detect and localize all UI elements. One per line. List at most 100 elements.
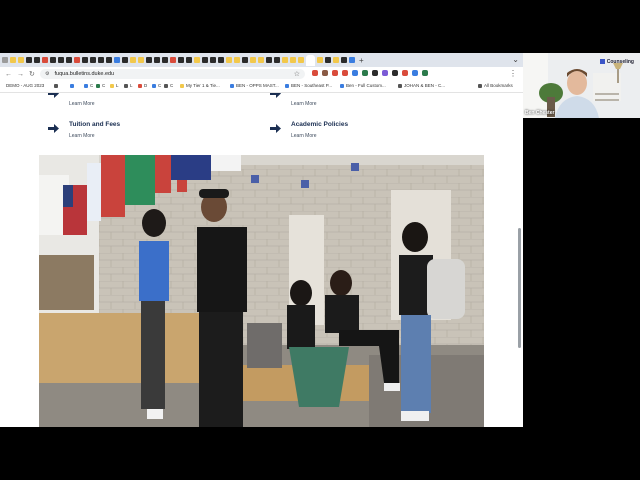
tab-favicon-icon[interactable]	[154, 57, 160, 63]
tab-favicon-icon[interactable]	[186, 57, 192, 63]
tab-favicon-icon[interactable]	[162, 57, 168, 63]
learn-more-link[interactable]: Learn More	[291, 101, 317, 107]
video-participant-tile[interactable]: Counseling Ben Chester	[523, 53, 640, 118]
site-info-icon[interactable]: ⚙	[45, 71, 49, 77]
bookmark-item[interactable]: DEMO - AUG 2023	[6, 83, 44, 88]
tab-favicon-icon[interactable]	[82, 57, 88, 63]
back-button[interactable]: ←	[5, 71, 12, 78]
tab-favicon-icon[interactable]	[349, 57, 355, 63]
bookmark-item[interactable]	[70, 83, 76, 88]
tab-favicon-icon[interactable]	[66, 57, 72, 63]
tab-favicon-icon[interactable]	[170, 57, 176, 63]
tab-favicon-icon[interactable]	[58, 57, 64, 63]
tab-favicon-icon[interactable]	[317, 57, 323, 63]
extension-icon[interactable]	[332, 70, 338, 76]
active-tab[interactable]	[306, 54, 315, 66]
tab-favicon-icon[interactable]	[290, 57, 296, 63]
bookmark-favicon-icon	[164, 84, 168, 88]
new-tab-button[interactable]: +	[359, 56, 364, 65]
tab-strip: + ⌄	[0, 53, 523, 67]
tab-favicon-icon[interactable]	[258, 57, 264, 63]
counseling-text: Counseling	[606, 59, 634, 65]
learn-more-link[interactable]: Learn More	[69, 133, 95, 139]
tab-favicon-icon[interactable]	[2, 57, 8, 63]
tab-search-icon[interactable]: ⌄	[512, 55, 519, 64]
learn-more-link[interactable]: Learn More	[69, 101, 95, 107]
bookmark-item[interactable]: C	[164, 83, 173, 88]
bookmark-label: C	[170, 83, 174, 88]
extension-icon[interactable]	[342, 70, 348, 76]
tab-favicon-icon[interactable]	[274, 57, 280, 63]
tab-favicon-icon[interactable]	[202, 57, 208, 63]
all-bookmarks-button[interactable]: All Bookmarks	[478, 83, 513, 88]
academic-policies-title[interactable]: Academic Policies	[291, 121, 348, 128]
extension-icon[interactable]	[412, 70, 418, 76]
bookmark-item[interactable]: My Tier 1 & Tie...	[180, 83, 220, 88]
bookmark-item[interactable]	[54, 83, 60, 88]
bookmark-item[interactable]: JOHAN & BEN - C...	[398, 83, 445, 88]
tab-favicon-icon[interactable]	[114, 57, 120, 63]
tab-favicon-icon[interactable]	[18, 57, 24, 63]
address-bar[interactable]: ⚙ fuqua.bulletins.duke.edu ☆	[40, 69, 305, 79]
extension-icon[interactable]	[382, 70, 388, 76]
bookmark-item[interactable]: C	[96, 83, 105, 88]
extension-icon[interactable]	[352, 70, 358, 76]
tab-favicon-icon[interactable]	[90, 57, 96, 63]
extension-icon[interactable]	[362, 70, 368, 76]
bookmark-favicon-icon	[285, 84, 289, 88]
tab-favicon-icon[interactable]	[98, 57, 104, 63]
reload-button[interactable]: ↻	[29, 70, 35, 78]
tab-favicon-icon[interactable]	[333, 57, 339, 63]
extension-icon[interactable]	[372, 70, 378, 76]
bookmark-item[interactable]: C	[84, 83, 93, 88]
extension-icon[interactable]	[392, 70, 398, 76]
tab-favicon-icon[interactable]	[194, 57, 200, 63]
tab-favicon-icon[interactable]	[122, 57, 128, 63]
tab-favicon-icon[interactable]	[218, 57, 224, 63]
tab-favicon-icon[interactable]	[250, 57, 256, 63]
tab-favicon-icon[interactable]	[74, 57, 80, 63]
extension-icon[interactable]	[322, 70, 328, 76]
tab-favicon-icon[interactable]	[226, 57, 232, 63]
tab-favicon-icon[interactable]	[42, 57, 48, 63]
tab-favicon-icon[interactable]	[282, 57, 288, 63]
tab-favicon-icon[interactable]	[146, 57, 152, 63]
tab-favicon-icon[interactable]	[10, 57, 16, 63]
tab-favicon-icon[interactable]	[266, 57, 272, 63]
bookmark-favicon-icon	[110, 84, 114, 88]
browser-menu-icon[interactable]: ⋮	[509, 69, 517, 78]
extension-icon[interactable]	[402, 70, 408, 76]
extension-icon[interactable]	[312, 70, 318, 76]
tab-favicon-icon[interactable]	[210, 57, 216, 63]
bookmark-star-icon[interactable]: ☆	[294, 70, 300, 78]
bookmark-item[interactable]: C	[152, 83, 161, 88]
tab-favicon-icon[interactable]	[234, 57, 240, 63]
tab-favicon-icon[interactable]	[341, 57, 347, 63]
bookmark-item[interactable]: Ben - Full Custom...	[340, 83, 386, 88]
bookmark-favicon-icon	[152, 84, 156, 88]
scrollbar-thumb[interactable]	[518, 228, 521, 348]
bookmark-item[interactable]: L	[110, 83, 119, 88]
bookmarks-bar: DEMO - AUG 2023 C C L L D C C My Tier 1 …	[0, 81, 523, 93]
learn-more-link[interactable]: Learn More	[291, 133, 317, 139]
page-scrollbar[interactable]	[517, 93, 523, 427]
students-photo	[39, 155, 484, 427]
bookmark-item[interactable]: BEN - Southeast P...	[285, 83, 332, 88]
tab-favicon-icon[interactable]	[50, 57, 56, 63]
tab-favicon-icon[interactable]	[325, 57, 331, 63]
bookmark-item[interactable]: L	[124, 83, 133, 88]
tab-favicon-icon[interactable]	[34, 57, 40, 63]
tuition-fees-title[interactable]: Tuition and Fees	[69, 121, 120, 128]
forward-button[interactable]: →	[17, 71, 24, 78]
tab-favicon-icon[interactable]	[106, 57, 112, 63]
tab-favicon-icon[interactable]	[178, 57, 184, 63]
tab-favicon-icon[interactable]	[242, 57, 248, 63]
extension-icon[interactable]	[422, 70, 428, 76]
tab-favicon-icon[interactable]	[26, 57, 32, 63]
tab-favicon-icon[interactable]	[130, 57, 136, 63]
tab-favicon-icon[interactable]	[138, 57, 144, 63]
arrow-right-icon	[270, 93, 281, 98]
tab-favicon-icon[interactable]	[298, 57, 304, 63]
bookmark-item[interactable]: BEN - OPPS MAST...	[230, 83, 279, 88]
bookmark-item[interactable]: D	[138, 83, 147, 88]
